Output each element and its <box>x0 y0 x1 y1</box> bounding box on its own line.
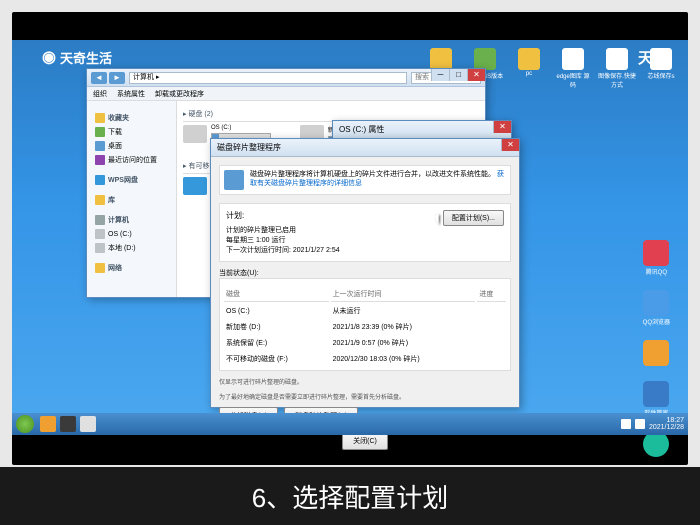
schedule-line: 计划的碎片整理已启用 <box>226 225 504 235</box>
clock-date: 2021/12/28 <box>649 424 684 431</box>
tray-icon[interactable] <box>635 419 645 429</box>
defrag-dialog[interactable]: 磁盘碎片整理程序 ✕ 磁盘碎片整理程序将计算机硬盘上的碎片文件进行合并，以改进文… <box>210 138 520 408</box>
app-icon-tencent-video[interactable] <box>643 431 670 458</box>
desktop-icon[interactable]: pc <box>510 48 548 89</box>
dialog-info-banner: 磁盘碎片整理程序将计算机硬盘上的碎片文件进行合并，以改进文件系统性能。 获取有关… <box>219 165 511 195</box>
taskbar-item[interactable] <box>40 416 56 432</box>
menu-props[interactable]: 系统属性 <box>117 89 145 99</box>
taskbar-item[interactable] <box>80 416 96 432</box>
sidebar-downloads[interactable]: 下载 <box>91 125 172 139</box>
properties-window[interactable]: OS (C:) 属性 ✕ <box>332 120 512 140</box>
app-icon-softmgr[interactable]: 软件管家 <box>643 381 670 417</box>
schedule-section: 配置计划(S)... 计划: 计划的碎片整理已启用 每星期三 1:00 运行 下… <box>219 203 511 262</box>
schedule-line: 每星期三 1:00 运行 <box>226 235 504 245</box>
schedule-line: 下一次计划运行时间: 2021/1/27 2:54 <box>226 245 504 255</box>
maximize-button[interactable]: □ <box>449 69 467 81</box>
table-row[interactable]: 不可移动的磁盘 (F:)2020/12/30 18:03 (0% 碎片) <box>224 352 506 366</box>
explorer-toolbar: 组织 系统属性 卸载或更改程序 <box>87 87 485 101</box>
sidebar-drive-c[interactable]: OS (C:) <box>91 227 172 241</box>
sidebar-library[interactable]: 库 <box>91 193 172 207</box>
disk-status-table: 磁盘上一次运行时间进度 OS (C:)从未运行 新加卷 (D:)2021/1/8… <box>222 285 508 368</box>
system-tray[interactable]: 18:27 2021/12/28 <box>621 417 684 431</box>
close-button[interactable]: ✕ <box>493 121 511 133</box>
dialog-title: 磁盘碎片整理程序 <box>217 142 281 153</box>
close-button[interactable]: ✕ <box>501 139 519 151</box>
dialog-note: 为了最好地确定磁盘是否需要立即进行碎片整理，需要首先分析磁盘。 <box>219 392 511 401</box>
table-row[interactable]: 新加卷 (D:)2021/1/8 23:39 (0% 碎片) <box>224 320 506 334</box>
video-caption: 6、选择配置计划 <box>0 467 700 525</box>
cloud-icon[interactable] <box>183 177 207 195</box>
brand-corner: 天奇 <box>638 47 668 68</box>
table-row[interactable]: OS (C:)从未运行 <box>224 304 506 318</box>
props-title: OS (C:) 属性 <box>339 124 384 135</box>
taskbar-item[interactable] <box>60 416 76 432</box>
explorer-sidebar: 收藏夹 下载 桌面 最近访问的位置 WPS网盘 库 计算机 OS (C:) 本地… <box>87 101 177 297</box>
clock-time[interactable]: 18:27 <box>649 417 684 424</box>
desktop-icon[interactable]: edge图库 源码 <box>554 48 592 89</box>
close-button[interactable]: ✕ <box>467 69 485 81</box>
app-icon[interactable] <box>643 340 670 367</box>
configure-schedule-button[interactable]: 配置计划(S)... <box>443 210 504 226</box>
brand-logo: 天奇生活 <box>42 47 112 67</box>
explorer-titlebar[interactable]: ◄ ► 计算机 ▸ ─ □ ✕ <box>87 69 485 87</box>
sidebar-computer[interactable]: 计算机 <box>91 213 172 227</box>
sidebar-recent[interactable]: 最近访问的位置 <box>91 153 172 167</box>
defrag-icon <box>224 170 244 190</box>
tray-icon[interactable] <box>621 419 631 429</box>
minimize-button[interactable]: ─ <box>431 69 449 81</box>
taskbar[interactable]: 18:27 2021/12/28 <box>12 413 688 435</box>
app-icon-qqbrowser[interactable]: QQ浏览器 <box>643 290 670 326</box>
menu-organize[interactable]: 组织 <box>93 89 107 99</box>
menu-uninstall[interactable]: 卸载或更改程序 <box>155 89 204 99</box>
desktop[interactable]: 1月27日 测试CSS版本 pc edge图库 源码 图像保存.快捷方式 芯线保… <box>12 40 688 435</box>
status-title: 当前状态(U): <box>219 268 511 278</box>
dialog-note: 仅显示可进行碎片整理的磁盘。 <box>219 377 511 386</box>
sidebar-favorites[interactable]: 收藏夹 <box>91 111 172 125</box>
nav-back-button[interactable]: ◄ <box>91 72 107 84</box>
start-button[interactable] <box>16 415 34 433</box>
sidebar-network[interactable]: 网络 <box>91 261 172 275</box>
sidebar-wps[interactable]: WPS网盘 <box>91 173 172 187</box>
table-row[interactable]: 系统保留 (E:)2021/1/9 0:57 (0% 碎片) <box>224 336 506 350</box>
sidebar-desktop[interactable]: 桌面 <box>91 139 172 153</box>
drive-icon <box>183 125 207 143</box>
sidebar-drive-d[interactable]: 本地 (D:) <box>91 241 172 255</box>
nav-forward-button[interactable]: ► <box>109 72 125 84</box>
address-bar[interactable]: 计算机 ▸ <box>129 72 407 84</box>
app-icon-qq[interactable]: 腾讯QQ <box>643 240 670 276</box>
desktop-icon[interactable]: 图像保存.快捷方式 <box>598 48 636 89</box>
